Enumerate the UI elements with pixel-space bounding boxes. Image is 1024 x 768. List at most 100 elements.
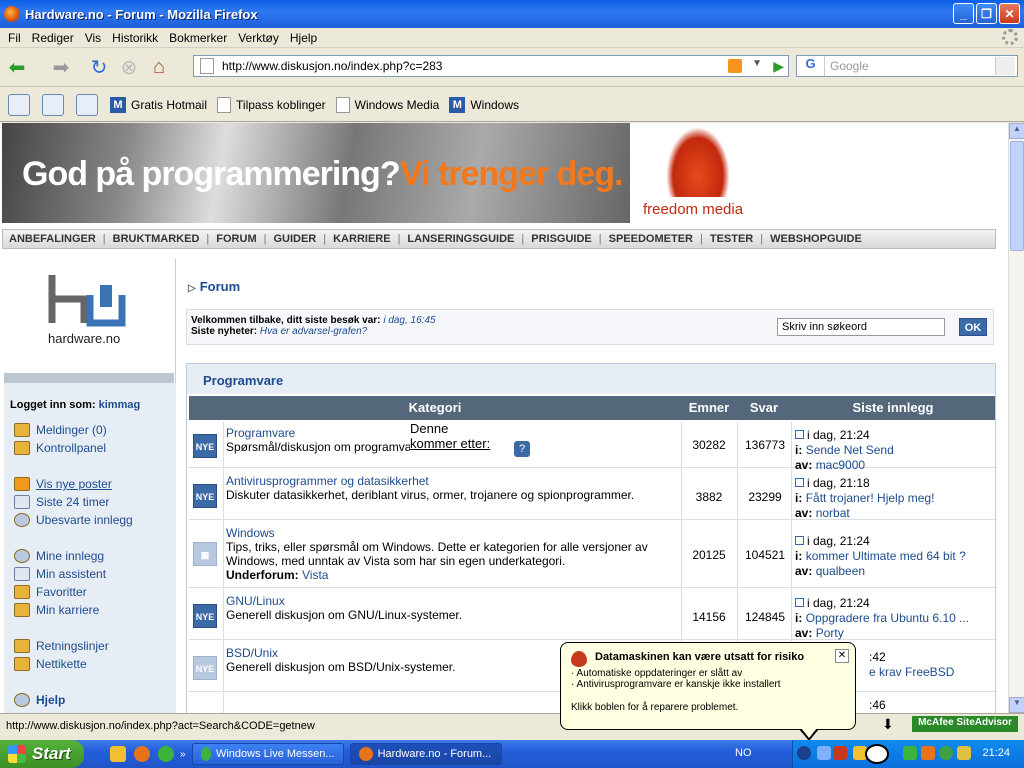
- menu-bookmarks[interactable]: Bokmerker: [169, 31, 227, 45]
- balloon-close-icon[interactable]: ✕: [835, 649, 849, 663]
- forum-title-link[interactable]: Antivirusprogrammer og datasikkerhet: [226, 474, 429, 488]
- sidebar-link-help[interactable]: Hjelp: [14, 693, 65, 707]
- close-button[interactable]: ✕: [999, 3, 1020, 24]
- dropdown-icon[interactable]: ▼: [752, 58, 762, 69]
- tray-expand-icon[interactable]: [797, 746, 811, 760]
- task-messenger[interactable]: Windows Live Messen...: [191, 743, 344, 765]
- address-url[interactable]: http://www.diskusjon.no/index.php?c=283: [222, 59, 442, 73]
- title-bar[interactable]: Hardware.no - Forum - Mozilla Firefox _ …: [0, 0, 1024, 28]
- section-title[interactable]: Programvare: [187, 364, 995, 394]
- back-icon[interactable]: ⬅: [4, 55, 30, 81]
- breadcrumb[interactable]: ▷ Forum: [188, 279, 240, 294]
- search-icon[interactable]: [995, 57, 1015, 75]
- clock-icon[interactable]: [42, 93, 64, 116]
- tray-icon[interactable]: [921, 746, 935, 760]
- sidebar-link-guidelines[interactable]: Retningslinjer: [14, 639, 109, 653]
- forum-title-link[interactable]: Windows: [226, 526, 275, 540]
- add-bookmark-icon[interactable]: [8, 93, 30, 116]
- menu-view[interactable]: Vis: [85, 31, 101, 45]
- language-indicator[interactable]: NO: [735, 747, 752, 759]
- network-icon[interactable]: [817, 746, 831, 760]
- last-topic-link[interactable]: Sende Net Send: [806, 443, 894, 457]
- home-icon[interactable]: ⌂: [146, 55, 172, 81]
- menu-history[interactable]: Historikk: [112, 31, 158, 45]
- search-ok-button[interactable]: OK: [959, 318, 987, 336]
- menu-file[interactable]: Fil: [8, 31, 21, 45]
- scroll-down-icon[interactable]: ▼: [1009, 697, 1024, 713]
- address-bar[interactable]: http://www.diskusjon.no/index.php?c=283 …: [193, 55, 789, 77]
- last-user-link[interactable]: Porty: [816, 626, 844, 640]
- mcafee-siteadvisor-button[interactable]: McAfee SiteAdvisor: [912, 716, 1018, 732]
- bookmark-windows[interactable]: M Windows: [449, 96, 519, 113]
- news-link[interactable]: Hva er advarsel-grafen?: [260, 326, 367, 337]
- scroll-up-icon[interactable]: ▲: [1009, 123, 1024, 139]
- username[interactable]: kimmag: [99, 399, 141, 411]
- go-icon[interactable]: ▶: [773, 58, 784, 75]
- clock[interactable]: 21:24: [982, 747, 1010, 759]
- sidebar-link-favorites[interactable]: Favoritter: [14, 585, 87, 599]
- start-button[interactable]: Start: [0, 740, 84, 768]
- nav-link[interactable]: PRISGUIDE: [531, 233, 592, 245]
- search-placeholder[interactable]: Google: [830, 59, 869, 73]
- bookmark-windows-media[interactable]: Windows Media: [335, 96, 439, 113]
- nav-link[interactable]: GUIDER: [273, 233, 316, 245]
- minimize-button[interactable]: _: [953, 3, 974, 24]
- bookmark-hotmail[interactable]: M Gratis Hotmail: [110, 96, 207, 113]
- nav-link[interactable]: SPEEDOMETER: [609, 233, 693, 245]
- last-topic-link[interactable]: Oppgradere fra Ubuntu 6.10 ...: [806, 611, 969, 625]
- quicklaunch-more-icon[interactable]: »: [180, 749, 186, 760]
- blocked-icon[interactable]: [865, 744, 889, 764]
- download-arrow-icon[interactable]: ⬇: [882, 716, 896, 732]
- nav-link[interactable]: TESTER: [710, 233, 753, 245]
- nav-link[interactable]: ANBEFALINGER: [9, 233, 96, 245]
- tray-icon[interactable]: [957, 746, 971, 760]
- security-center-icon[interactable]: [833, 746, 847, 760]
- forum-title-link[interactable]: BSD/Unix: [226, 646, 278, 660]
- tray-icon[interactable]: [939, 746, 953, 760]
- maximize-button[interactable]: ❐: [976, 3, 997, 24]
- sponsor-logo[interactable]: freedom media: [630, 123, 770, 223]
- bookmark-custom-links[interactable]: Tilpass koblinger: [217, 96, 326, 113]
- last-topic-link[interactable]: Fått trojaner! Hjelp meg!: [806, 491, 935, 505]
- menu-edit[interactable]: Rediger: [32, 31, 74, 45]
- google-icon[interactable]: G: [797, 56, 825, 76]
- help-icon[interactable]: ?: [514, 441, 530, 457]
- forum-title-link[interactable]: Programvare: [226, 426, 295, 440]
- menu-tools[interactable]: Verktøy: [238, 31, 279, 45]
- security-alert-balloon[interactable]: ✕ Datamaskinen kan være utsatt for risik…: [560, 642, 856, 741]
- download-icon[interactable]: [76, 93, 98, 116]
- ad-banner[interactable]: God på programmering? Vi trenger deg.: [2, 123, 630, 223]
- menu-help[interactable]: Hjelp: [290, 31, 317, 45]
- subforum-link[interactable]: Vista: [302, 568, 328, 582]
- nav-link[interactable]: KARRIERE: [333, 233, 390, 245]
- sidebar-link-career[interactable]: Min karriere: [14, 603, 99, 617]
- tray-icon[interactable]: [903, 746, 917, 760]
- scroll-thumb[interactable]: [1010, 141, 1024, 251]
- nav-link[interactable]: WEBSHOPGUIDE: [770, 233, 862, 245]
- last-user-link[interactable]: qualbeen: [816, 564, 865, 578]
- stop-icon[interactable]: ⊗: [116, 55, 142, 81]
- task-firefox[interactable]: Hardware.no - Forum...: [349, 743, 502, 765]
- forum-title-link[interactable]: GNU/Linux: [226, 594, 285, 608]
- sidebar-link-netiquette[interactable]: Nettikette: [14, 657, 87, 671]
- firefox-quicklaunch-icon[interactable]: [134, 746, 150, 762]
- sidebar-link-new-posts[interactable]: Vis nye poster: [14, 477, 112, 491]
- nav-link[interactable]: BRUKTMARKED: [113, 233, 200, 245]
- rss-icon[interactable]: [728, 59, 742, 73]
- site-logo[interactable]: hardware.no: [44, 271, 134, 351]
- reload-icon[interactable]: ↻: [86, 55, 112, 81]
- last-topic-link[interactable]: kommer Ultimate med 64 bit ?: [806, 549, 966, 563]
- nav-link[interactable]: LANSERINGSGUIDE: [407, 233, 514, 245]
- last-user-link[interactable]: norbat: [816, 506, 850, 520]
- messenger-quicklaunch-icon[interactable]: [158, 746, 174, 762]
- sidebar-link-control-panel[interactable]: Kontrollpanel: [14, 441, 106, 455]
- sidebar-link-assistant[interactable]: Min assistent: [14, 567, 106, 581]
- last-topic-link[interactable]: e krav FreeBSD: [869, 665, 954, 679]
- nav-link[interactable]: FORUM: [216, 233, 256, 245]
- sidebar-link-messages[interactable]: Meldinger (0): [14, 423, 107, 437]
- search-box[interactable]: G Google: [796, 55, 1018, 77]
- vertical-scrollbar[interactable]: ▲ ▼: [1008, 123, 1024, 713]
- quicklaunch-icon[interactable]: [110, 746, 126, 762]
- sidebar-link-last-24h[interactable]: Siste 24 timer: [14, 495, 109, 509]
- sidebar-link-unanswered[interactable]: Ubesvarte innlegg: [14, 513, 133, 527]
